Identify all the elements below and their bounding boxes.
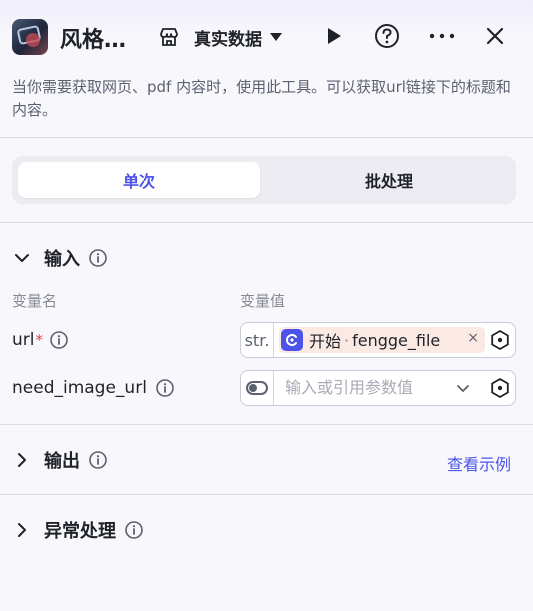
remove-reference-icon[interactable]: × bbox=[467, 330, 479, 346]
boolean-toggle[interactable] bbox=[241, 371, 274, 405]
app-logo bbox=[12, 19, 48, 55]
help-button[interactable] bbox=[373, 22, 401, 50]
tab-batch[interactable]: 批处理 bbox=[268, 162, 510, 198]
tool-description: 当你需要获取网页、pdf 内容时，使用此工具。可以获取url链接下的标题和内容。 bbox=[12, 78, 511, 119]
more-icon bbox=[429, 33, 455, 39]
param-url: url * bbox=[12, 330, 69, 350]
need-image-url-field bbox=[240, 370, 516, 406]
close-button[interactable] bbox=[481, 22, 509, 50]
reference-variable-icon[interactable] bbox=[489, 329, 511, 351]
output-section-title: 输出 bbox=[44, 451, 80, 472]
divider bbox=[0, 222, 533, 223]
view-example-link[interactable]: 查看示例 bbox=[447, 451, 511, 475]
app-title: 风格… bbox=[60, 28, 127, 53]
exception-section-header[interactable]: 异常处理 bbox=[12, 517, 144, 543]
url-value-field[interactable]: str. 开始 · fengge_file × bbox=[240, 322, 516, 358]
chevron-down-icon bbox=[15, 254, 29, 262]
param-name-label: url bbox=[12, 330, 35, 350]
param-name-label: need_image_url bbox=[12, 378, 147, 398]
chevron-right-icon bbox=[18, 523, 26, 537]
start-node-icon bbox=[281, 329, 303, 351]
input-section-header[interactable]: 输入 bbox=[12, 245, 108, 271]
column-label-name: 变量名 bbox=[12, 292, 58, 310]
store-icon bbox=[160, 28, 178, 46]
input-section-title: 输入 bbox=[44, 249, 80, 270]
info-icon[interactable] bbox=[49, 330, 69, 350]
reference-variable-icon[interactable] bbox=[489, 377, 511, 399]
run-button[interactable] bbox=[320, 22, 348, 50]
variable-reference-chip[interactable]: 开始 · fengge_file × bbox=[279, 327, 485, 353]
close-icon bbox=[486, 27, 504, 45]
param-need-image-url: need_image_url bbox=[12, 378, 175, 398]
output-section-header[interactable]: 输出 bbox=[12, 447, 108, 473]
chevron-down-icon[interactable] bbox=[455, 380, 471, 396]
required-mark: * bbox=[35, 331, 44, 349]
need-image-url-input[interactable] bbox=[285, 378, 445, 397]
tab-single[interactable]: 单次 bbox=[18, 162, 260, 198]
info-icon[interactable] bbox=[88, 450, 108, 470]
divider bbox=[0, 494, 533, 495]
divider bbox=[0, 424, 533, 425]
mode-label: 真实数据 bbox=[194, 29, 262, 50]
ref-source: 开始 bbox=[309, 332, 342, 351]
run-mode-tabs: 单次 批处理 bbox=[12, 156, 516, 204]
info-icon[interactable] bbox=[88, 248, 108, 268]
info-icon[interactable] bbox=[155, 378, 175, 398]
play-icon bbox=[328, 28, 341, 44]
ref-variable: fengge_file bbox=[352, 330, 441, 350]
caret-down-icon bbox=[270, 33, 282, 41]
more-button[interactable] bbox=[428, 22, 456, 50]
chevron-right-icon bbox=[18, 453, 26, 467]
exception-section-title: 异常处理 bbox=[44, 521, 116, 542]
panel-header: 风格… 真实数据 bbox=[0, 0, 533, 72]
tool-test-panel: 风格… 真实数据 当你需要获取网页、pdf 内容时，使用此工具。可以获取url链… bbox=[0, 0, 533, 611]
column-label-value: 变量值 bbox=[240, 292, 286, 310]
ref-separator: · bbox=[344, 330, 350, 350]
divider bbox=[0, 137, 533, 138]
info-icon[interactable] bbox=[124, 520, 144, 540]
type-tag: str. bbox=[241, 323, 274, 357]
help-icon bbox=[375, 24, 399, 48]
toggle-icon bbox=[246, 381, 268, 395]
mode-select[interactable]: 真实数据 bbox=[158, 24, 282, 50]
